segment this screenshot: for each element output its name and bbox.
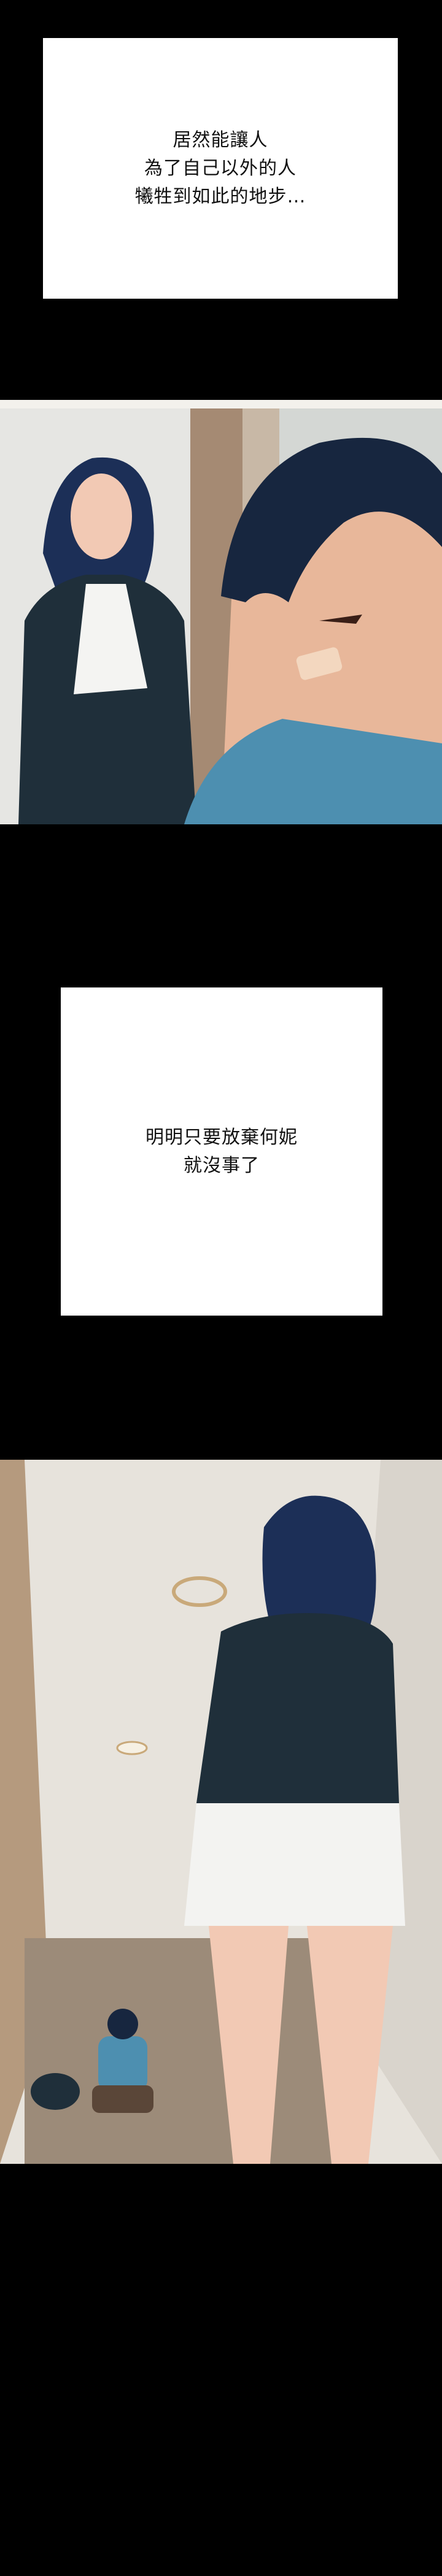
caption-box-second: 明明只要放棄何妮 就沒事了 xyxy=(61,987,382,1316)
woman-face xyxy=(71,473,132,559)
kneeling-man-pants xyxy=(92,2085,153,2113)
caption-text-first: 居然能讓人 為了自己以外的人 犧牲到如此的地步… xyxy=(134,129,306,207)
ceiling-strip xyxy=(0,400,442,408)
kneeling-man-head xyxy=(107,2009,138,2039)
caption-box-first: 居然能讓人 為了自己以外的人 犧牲到如此的地步… xyxy=(43,38,398,299)
comic-page: 居然能讓人 為了自己以外的人 犧牲到如此的地步… 明明只要放棄何妮 就沒事了 xyxy=(0,0,442,2576)
office-scene-illustration xyxy=(0,400,442,824)
kneeling-woman xyxy=(31,2073,80,2110)
ceiling-light-2 xyxy=(116,1741,148,1755)
hallway-scene-illustration xyxy=(0,1460,442,2164)
panel-hallway-scene xyxy=(0,1460,442,2164)
woman-skirt xyxy=(184,1803,405,1926)
kneeling-man-shirt xyxy=(98,2036,147,2091)
panel-office-scene xyxy=(0,400,442,824)
caption-text-second: 明明只要放棄何妮 就沒事了 xyxy=(145,1126,298,1176)
woman-back-jacket xyxy=(196,1613,399,1803)
